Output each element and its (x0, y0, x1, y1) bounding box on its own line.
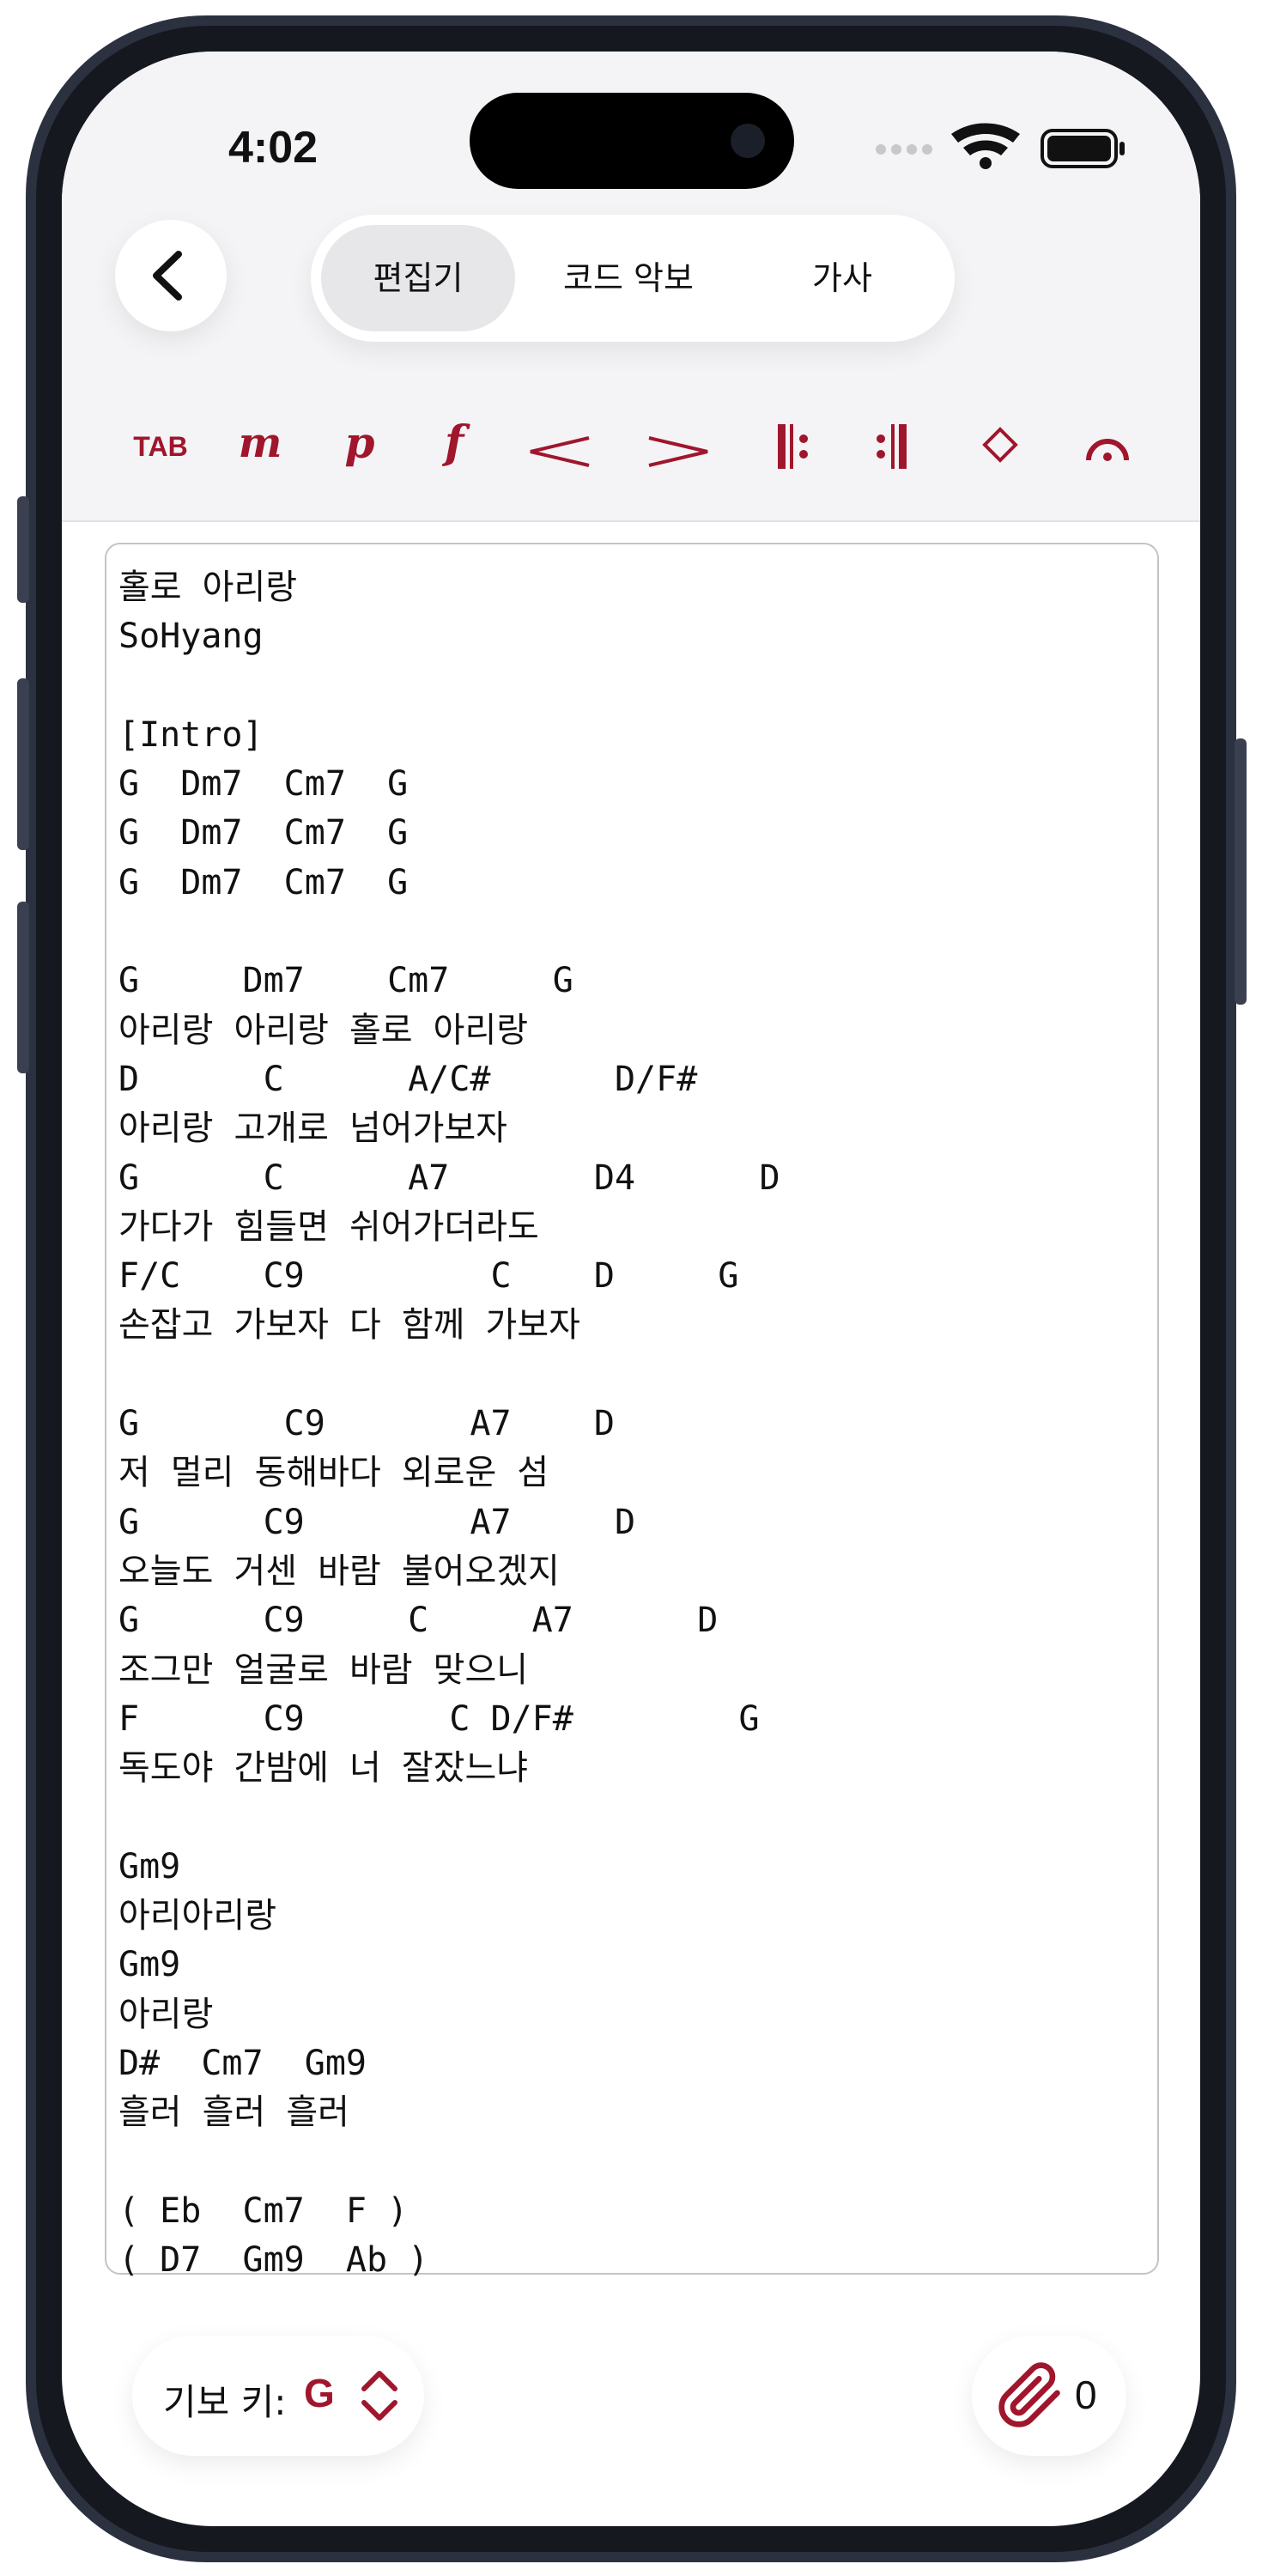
crescendo-icon (530, 436, 590, 467)
tab-insert-button[interactable]: TAB (113, 416, 208, 477)
fermata-button[interactable] (1065, 416, 1150, 477)
volume-down-button (17, 902, 29, 1073)
cellular-signal-icon (876, 144, 932, 155)
back-button[interactable] (115, 220, 227, 331)
screen: 4:02 편집기 코드 악보 가사 TAB m p f 홀로 아리랑 SoHya… (62, 52, 1200, 2526)
fermata-icon (1086, 439, 1129, 461)
tab-label: TAB (133, 431, 188, 462)
repeat-start-icon (778, 424, 808, 469)
repeat-end-icon (877, 424, 907, 469)
power-button (1235, 738, 1247, 1005)
diamond-icon (982, 427, 1018, 463)
diamond-button[interactable] (962, 416, 1039, 477)
tab-lyrics[interactable]: 가사 (740, 225, 944, 331)
camera-icon (731, 124, 765, 158)
key-label: 기보 키: (163, 2381, 287, 2423)
dynamic-p-icon: p (344, 417, 375, 468)
chord-text-editor[interactable]: 홀로 아리랑 SoHyang [Intro] G Dm7 Cm7 G G Dm7… (105, 543, 1159, 2280)
attachment-count: 0 (1075, 2372, 1097, 2417)
editor-content[interactable]: 홀로 아리랑 SoHyang [Intro] G Dm7 Cm7 G G Dm7… (118, 563, 780, 2285)
status-icons (876, 123, 1125, 169)
chevron-left-icon (153, 251, 182, 301)
repeat-start-button[interactable] (759, 416, 828, 477)
dynamic-island (470, 93, 794, 189)
attachments-button[interactable]: 0 (972, 2336, 1126, 2456)
decrescendo-button[interactable] (635, 416, 721, 477)
chevron-up-down-icon (361, 2371, 397, 2421)
wifi-icon (951, 123, 1020, 169)
tab-chord-sheet[interactable]: 코드 악보 (525, 225, 731, 331)
action-button (17, 496, 29, 603)
crescendo-button[interactable] (517, 416, 603, 477)
dynamic-m-button[interactable]: m (221, 416, 299, 477)
view-segmented-control: 편집기 코드 악보 가사 (311, 215, 955, 342)
volume-up-button (17, 678, 29, 850)
battery-icon (1041, 129, 1125, 168)
dynamic-p-button[interactable]: p (321, 416, 398, 477)
key-value: G (304, 2371, 335, 2415)
paperclip-icon (998, 2362, 1060, 2427)
repeat-end-button[interactable] (859, 416, 927, 477)
header: 4:02 편집기 코드 악보 가사 TAB m p f (62, 52, 1200, 522)
dynamic-f-icon: f (444, 416, 464, 469)
status-time: 4:02 (228, 123, 319, 173)
dynamic-f-button[interactable]: f (416, 416, 493, 477)
decrescendo-icon (648, 436, 708, 467)
key-selector[interactable]: 기보 키: G (132, 2336, 424, 2456)
dynamic-m-icon: m (238, 419, 282, 467)
tab-editor[interactable]: 편집기 (321, 225, 515, 331)
